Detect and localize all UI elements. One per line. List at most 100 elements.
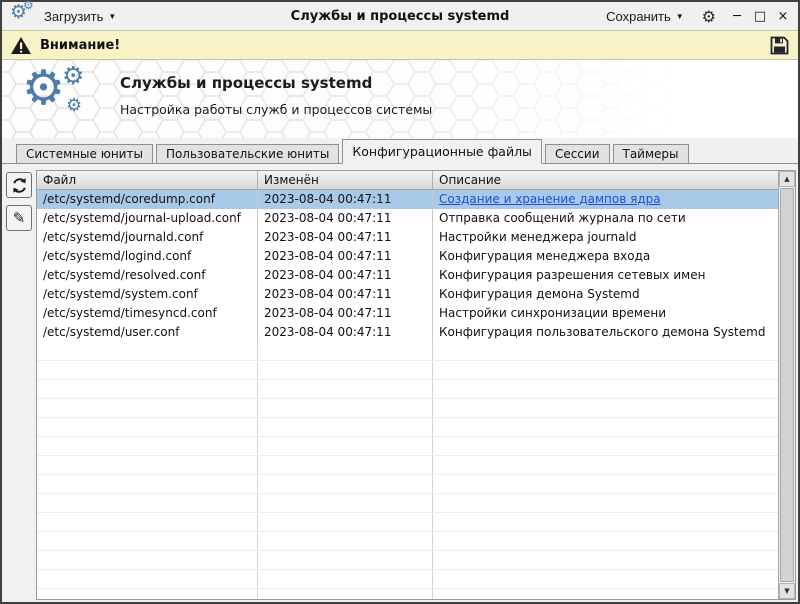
chevron-down-icon: ▼ <box>676 12 684 21</box>
scroll-down-button[interactable]: ▼ <box>779 583 795 599</box>
window-controls: ─ □ × <box>730 9 790 24</box>
tab-label: Сессии <box>555 147 600 161</box>
tab-label: Системные юниты <box>26 147 143 161</box>
table-row[interactable]: /etc/systemd/user.conf 2023-08-04 00:47:… <box>37 323 778 342</box>
header-text: Службы и процессы systemd Настройка рабо… <box>120 74 432 117</box>
cell-modified: 2023-08-04 00:47:11 <box>258 304 433 323</box>
column-header-description[interactable]: Описание <box>433 171 778 189</box>
cell-file: /etc/systemd/system.conf <box>37 285 258 304</box>
floppy-disk-icon <box>769 35 790 56</box>
tab-4[interactable]: Сессии <box>545 144 610 164</box>
table-row[interactable]: /etc/systemd/coredump.conf 2023-08-04 00… <box>37 190 778 209</box>
cell-description: Конфигурация пользовательского демона Sy… <box>433 323 778 342</box>
refresh-button[interactable] <box>6 172 32 198</box>
cell-modified: 2023-08-04 00:47:11 <box>258 209 433 228</box>
cell-file: /etc/systemd/resolved.conf <box>37 266 258 285</box>
table-body: /etc/systemd/coredump.conf 2023-08-04 00… <box>37 190 778 599</box>
tab-label: Конфигурационные файлы <box>352 144 532 159</box>
cell-description: Настройки синхронизации времени <box>433 304 778 323</box>
table-row-empty <box>37 551 778 570</box>
cell-file: /etc/systemd/coredump.conf <box>37 190 258 209</box>
scrollbar-thumb[interactable] <box>780 188 794 582</box>
save-menu-label: Сохранить <box>606 9 671 24</box>
table-row-empty <box>37 570 778 589</box>
table-row-empty <box>37 361 778 380</box>
table-row-empty <box>37 494 778 513</box>
config-files-table: Файл Изменён Описание /etc/systemd/cored… <box>36 170 796 600</box>
side-toolbar: ✎ <box>2 164 36 602</box>
cell-modified: 2023-08-04 00:47:11 <box>258 190 433 209</box>
table-row[interactable]: /etc/systemd/timesyncd.conf 2023-08-04 0… <box>37 304 778 323</box>
titlebar-right: Сохранить ▼ ⚙ ─ □ × <box>598 6 790 27</box>
minimize-button[interactable]: ─ <box>730 9 744 24</box>
table-row-empty <box>37 456 778 475</box>
edit-button[interactable]: ✎ <box>6 205 32 231</box>
table-row[interactable]: /etc/systemd/resolved.conf 2023-08-04 00… <box>37 266 778 285</box>
table-row-empty <box>37 513 778 532</box>
table-row[interactable]: /etc/systemd/system.conf 2023-08-04 00:4… <box>37 285 778 304</box>
table-row-empty <box>37 399 778 418</box>
save-file-button[interactable] <box>769 35 790 56</box>
cell-modified: 2023-08-04 00:47:11 <box>258 266 433 285</box>
maximize-button[interactable]: □ <box>753 9 767 24</box>
warning-bar: Внимание! <box>2 30 798 60</box>
settings-gear-icon[interactable]: ⚙ <box>702 7 716 26</box>
cell-description: Создание и хранение дампов ядра <box>433 190 778 209</box>
cell-file: /etc/systemd/timesyncd.conf <box>37 304 258 323</box>
table-row-empty <box>37 475 778 494</box>
page-title: Службы и процессы systemd <box>120 74 432 92</box>
warning-label: Внимание! <box>40 38 120 53</box>
column-header-modified[interactable]: Изменён <box>258 171 433 189</box>
table-row[interactable]: /etc/systemd/logind.conf 2023-08-04 00:4… <box>37 247 778 266</box>
tab-1[interactable]: Системные юниты <box>16 144 153 164</box>
table-row-empty <box>37 532 778 551</box>
table-row-empty <box>37 589 778 599</box>
save-menu-button[interactable]: Сохранить ▼ <box>598 6 692 27</box>
cell-description: Конфигурация демона Systemd <box>433 285 778 304</box>
scroll-up-button[interactable]: ▲ <box>779 171 795 187</box>
tab-5[interactable]: Таймеры <box>613 144 689 164</box>
table-row-empty <box>37 437 778 456</box>
cell-file: /etc/systemd/logind.conf <box>37 247 258 266</box>
app-window: ⚙ ⚙ Загрузить ▼ Службы и процессы system… <box>0 0 800 604</box>
tab-label: Пользовательские юниты <box>166 147 329 161</box>
cell-modified: 2023-08-04 00:47:11 <box>258 247 433 266</box>
cell-description: Конфигурация разрешения сетевых имен <box>433 266 778 285</box>
table-row-empty <box>37 418 778 437</box>
cell-modified: 2023-08-04 00:47:11 <box>258 323 433 342</box>
app-gears-icon: ⚙ ⚙ <box>10 4 36 28</box>
load-menu-label: Загрузить <box>44 9 103 24</box>
tab-bar: Системные юниты Пользовательские юниты К… <box>2 138 798 164</box>
chevron-down-icon: ▼ <box>108 12 116 21</box>
table-row[interactable]: /etc/systemd/journald.conf 2023-08-04 00… <box>37 228 778 247</box>
table-row-empty <box>37 380 778 399</box>
refresh-icon <box>11 177 28 194</box>
content-pane: ✎ Файл Изменён Описание /etc/systemd/cor… <box>2 163 798 602</box>
table: Файл Изменён Описание /etc/systemd/cored… <box>37 171 778 599</box>
vertical-scrollbar[interactable]: ▲ ▼ <box>778 171 795 599</box>
page-header: ⚙ ⚙ ⚙ Службы и процессы systemd Настройк… <box>2 60 798 138</box>
warning-triangle-icon <box>10 36 32 55</box>
page-subtitle: Настройка работы служб и процессов систе… <box>120 102 432 117</box>
column-header-file[interactable]: Файл <box>37 171 258 189</box>
load-menu-button[interactable]: Загрузить ▼ <box>36 6 124 27</box>
titlebar: ⚙ ⚙ Загрузить ▼ Службы и процессы system… <box>2 2 798 30</box>
cell-description: Отправка сообщений журнала по сети <box>433 209 778 228</box>
close-button[interactable]: × <box>776 9 790 24</box>
pencil-icon: ✎ <box>13 209 26 227</box>
cell-file: /etc/systemd/user.conf <box>37 323 258 342</box>
cell-description: Конфигурация менеджера входа <box>433 247 778 266</box>
tab-3[interactable]: Конфигурационные файлы <box>342 139 542 164</box>
table-row[interactable]: /etc/systemd/journal-upload.conf 2023-08… <box>37 209 778 228</box>
cell-description: Настройки менеджера journald <box>433 228 778 247</box>
table-header: Файл Изменён Описание <box>37 171 778 190</box>
cell-file: /etc/systemd/journal-upload.conf <box>37 209 258 228</box>
table-row-empty <box>37 342 778 361</box>
cell-file: /etc/systemd/journald.conf <box>37 228 258 247</box>
app-gears-logo-icon: ⚙ ⚙ ⚙ <box>22 68 108 130</box>
tab-2[interactable]: Пользовательские юниты <box>156 144 339 164</box>
scrollbar-track[interactable] <box>779 187 795 583</box>
cell-modified: 2023-08-04 00:47:11 <box>258 285 433 304</box>
tab-label: Таймеры <box>623 147 679 161</box>
cell-modified: 2023-08-04 00:47:11 <box>258 228 433 247</box>
